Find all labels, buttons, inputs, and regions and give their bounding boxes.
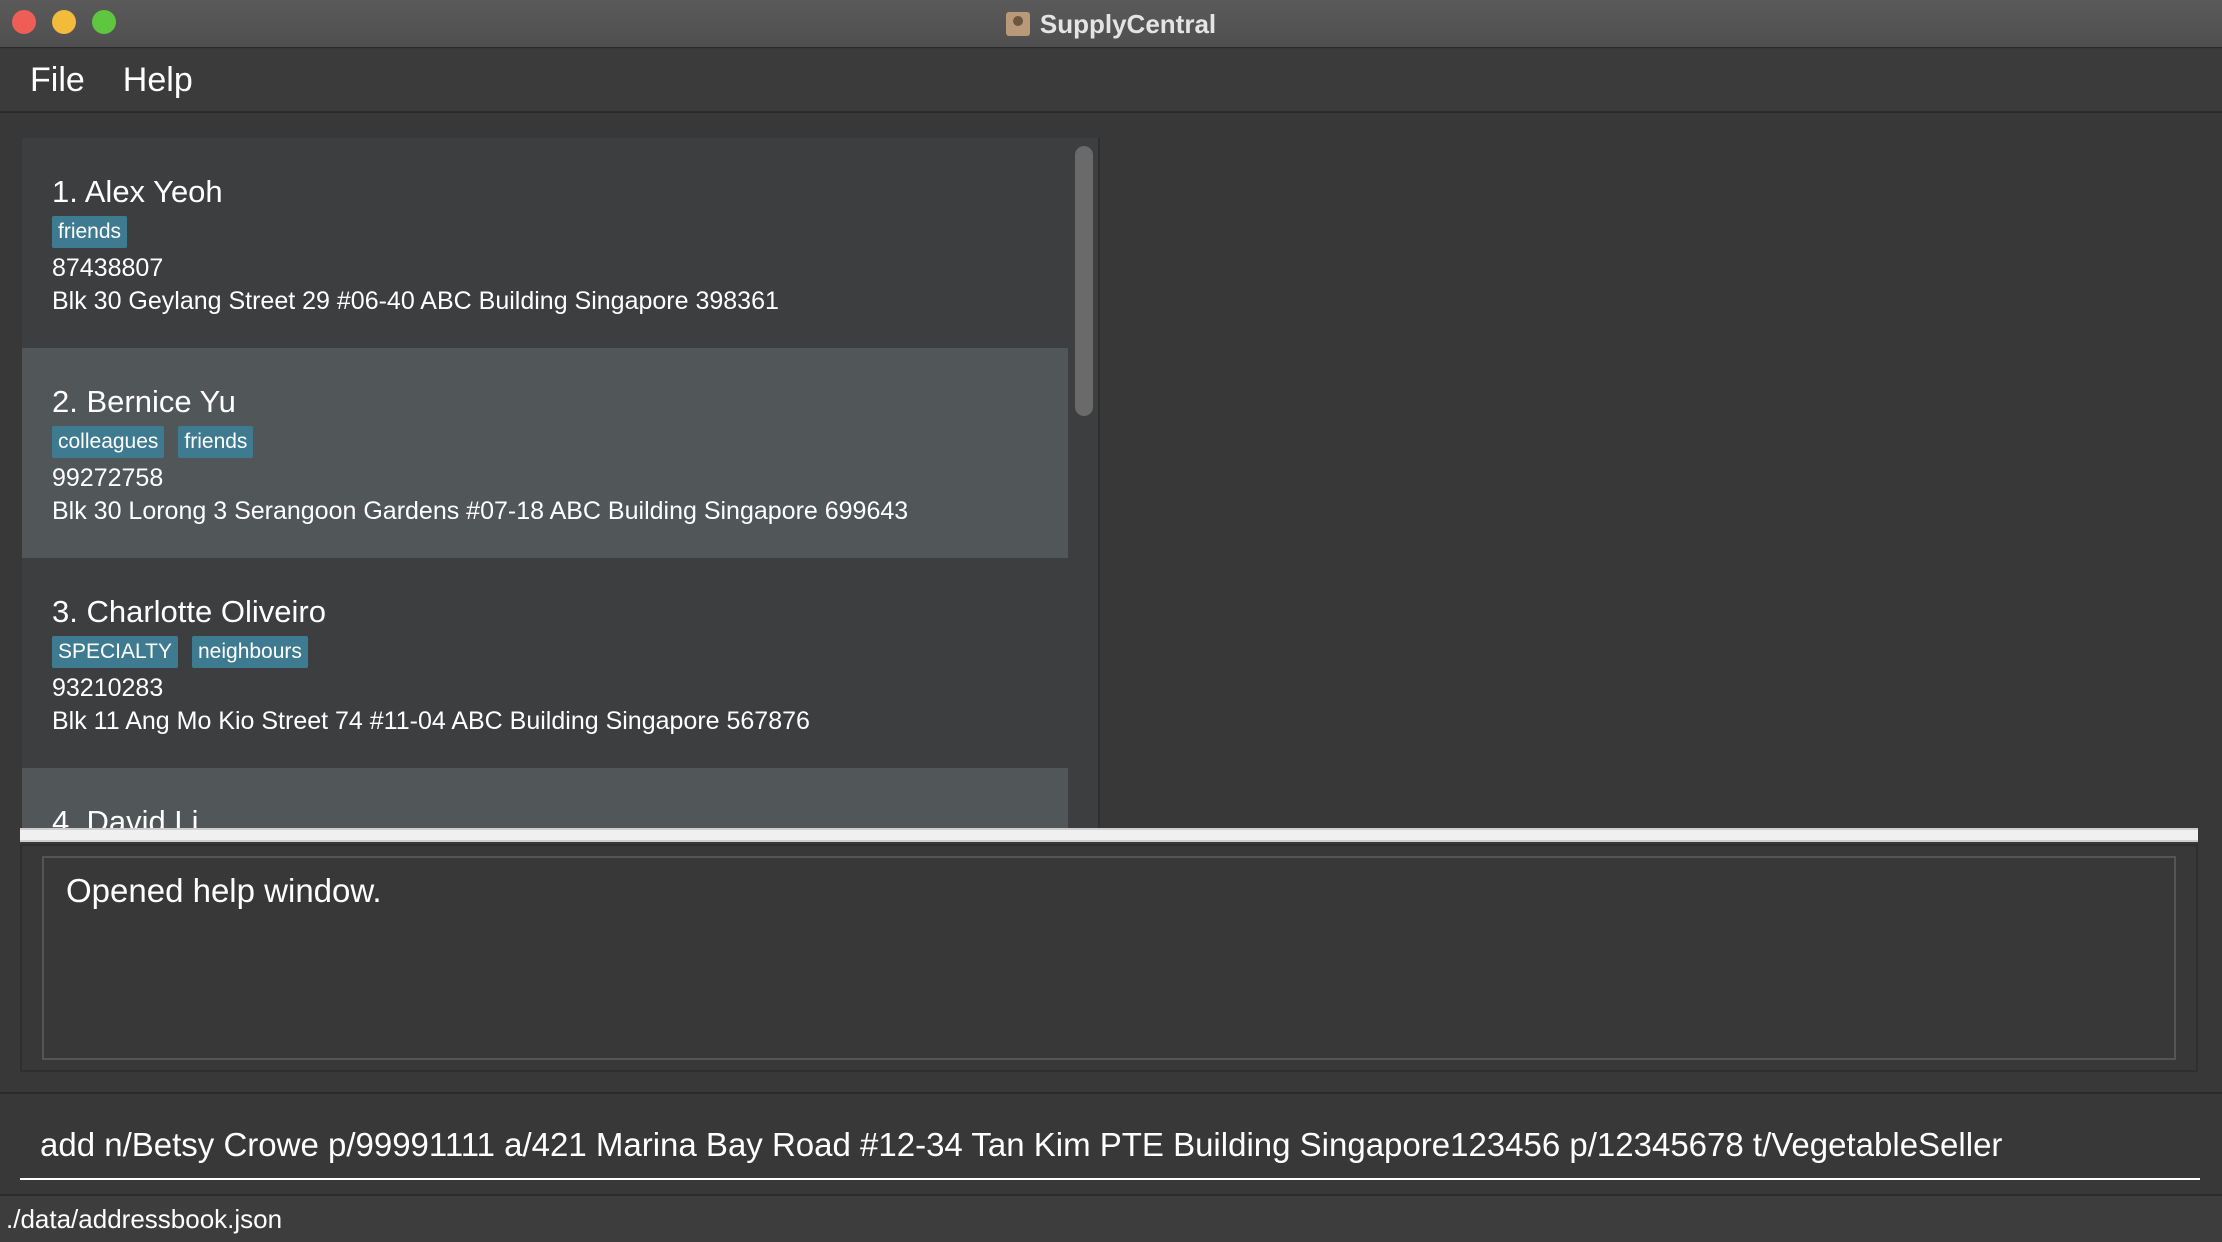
person-card[interactable]: 4. David Li: [22, 768, 1068, 828]
person-name: 1. Alex Yeoh: [52, 174, 223, 209]
command-input[interactable]: [20, 1112, 2200, 1180]
result-message: Opened help window.: [66, 872, 382, 909]
title-bar: SupplyCentral: [0, 0, 2222, 48]
tag-list: SPECIALTY neighbours: [52, 636, 1068, 668]
person-phone: 93210283: [52, 674, 164, 702]
person-card[interactable]: 3. Charlotte Oliveiro SPECIALTY neighbou…: [22, 558, 1068, 768]
person-list[interactable]: 1. Alex Yeoh friends 87438807 Blk 30 Gey…: [22, 138, 1068, 828]
person-address: Blk 30 Geylang Street 29 #06-40 ABC Buil…: [52, 287, 779, 315]
contact-book-icon: [1005, 12, 1030, 36]
window-title: SupplyCentral: [1039, 8, 1217, 39]
person-phone: 99272758: [52, 464, 164, 492]
window-title-wrap: SupplyCentral: [0, 0, 2222, 48]
menu-file[interactable]: File: [30, 61, 85, 100]
person-phone: 87438807: [52, 254, 164, 282]
tag-list: friends: [52, 216, 1068, 248]
person-address: Blk 30 Lorong 3 Serangoon Gardens #07-18…: [52, 497, 909, 525]
tag-badge: friends: [178, 426, 254, 458]
menu-bar: File Help: [0, 49, 2222, 113]
person-card[interactable]: 2. Bernice Yu colleagues friends 9927275…: [22, 348, 1068, 558]
person-card[interactable]: 1. Alex Yeoh friends 87438807 Blk 30 Gey…: [22, 138, 1068, 348]
result-display: Opened help window.: [42, 856, 2176, 1060]
detail-pane: [1100, 113, 2222, 828]
split-pane-divider[interactable]: [20, 828, 2198, 842]
tag-badge: neighbours: [191, 636, 308, 668]
person-name: 3. Charlotte Oliveiro: [52, 594, 326, 629]
person-address: Blk 11 Ang Mo Kio Street 74 #11-04 ABC B…: [52, 707, 810, 735]
status-bar: ./data/addressbook.json: [0, 1194, 2222, 1242]
tag-badge: friends: [52, 216, 128, 248]
tag-badge: colleagues: [52, 426, 165, 458]
person-name: 4. David Li: [52, 804, 199, 828]
tag-badge: SPECIALTY: [52, 636, 178, 668]
list-scrollbar-thumb[interactable]: [1075, 146, 1093, 416]
person-name: 2. Bernice Yu: [52, 384, 236, 419]
tag-list: colleagues friends: [52, 426, 1068, 458]
menu-help[interactable]: Help: [123, 61, 193, 100]
save-location: ./data/addressbook.json: [6, 1203, 283, 1234]
